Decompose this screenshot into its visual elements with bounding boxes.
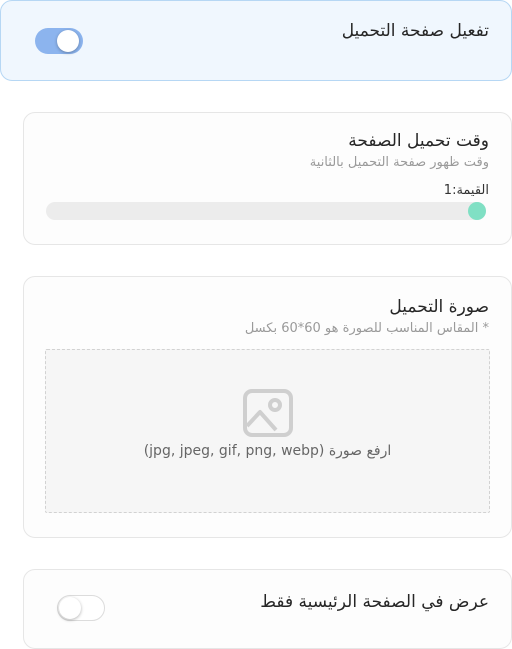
upload-instruction-text: ارفع صورة (jpg, jpeg, gif, png, webp) [143,443,392,459]
loading-image-card: صورة التحميل * المقاس المناسب للصورة هو … [23,276,512,538]
homepage-only-toggle[interactable] [57,595,105,621]
homepage-only-label: عرض في الصفحة الرئيسية فقط [260,592,489,612]
loading-time-card: وقت تحميل الصفحة وقت ظهور صفحة التحميل ب… [23,112,512,245]
loading-image-title: صورة التحميل [389,297,489,317]
toggle-knob [59,597,81,619]
toggle-knob [57,30,79,52]
enable-loading-page-card: تفعيل صفحة التحميل [0,0,512,81]
loading-time-slider[interactable] [46,202,486,220]
homepage-only-card: عرض في الصفحة الرئيسية فقط [23,569,512,649]
loading-image-subtitle: * المقاس المناسب للصورة هو 60*60 بكسل [244,321,489,336]
slider-value-label: القيمة:1 [443,183,489,198]
loading-time-subtitle: وقت ظهور صفحة التحميل بالثانية [309,155,489,170]
image-upload-dropzone[interactable]: ارفع صورة (jpg, jpeg, gif, png, webp) [45,349,490,513]
loading-time-title: وقت تحميل الصفحة [348,131,489,151]
image-icon [243,389,293,437]
enable-loading-page-label: تفعيل صفحة التحميل [341,21,489,41]
slider-thumb[interactable] [468,202,486,220]
enable-loading-page-toggle[interactable] [35,28,83,54]
